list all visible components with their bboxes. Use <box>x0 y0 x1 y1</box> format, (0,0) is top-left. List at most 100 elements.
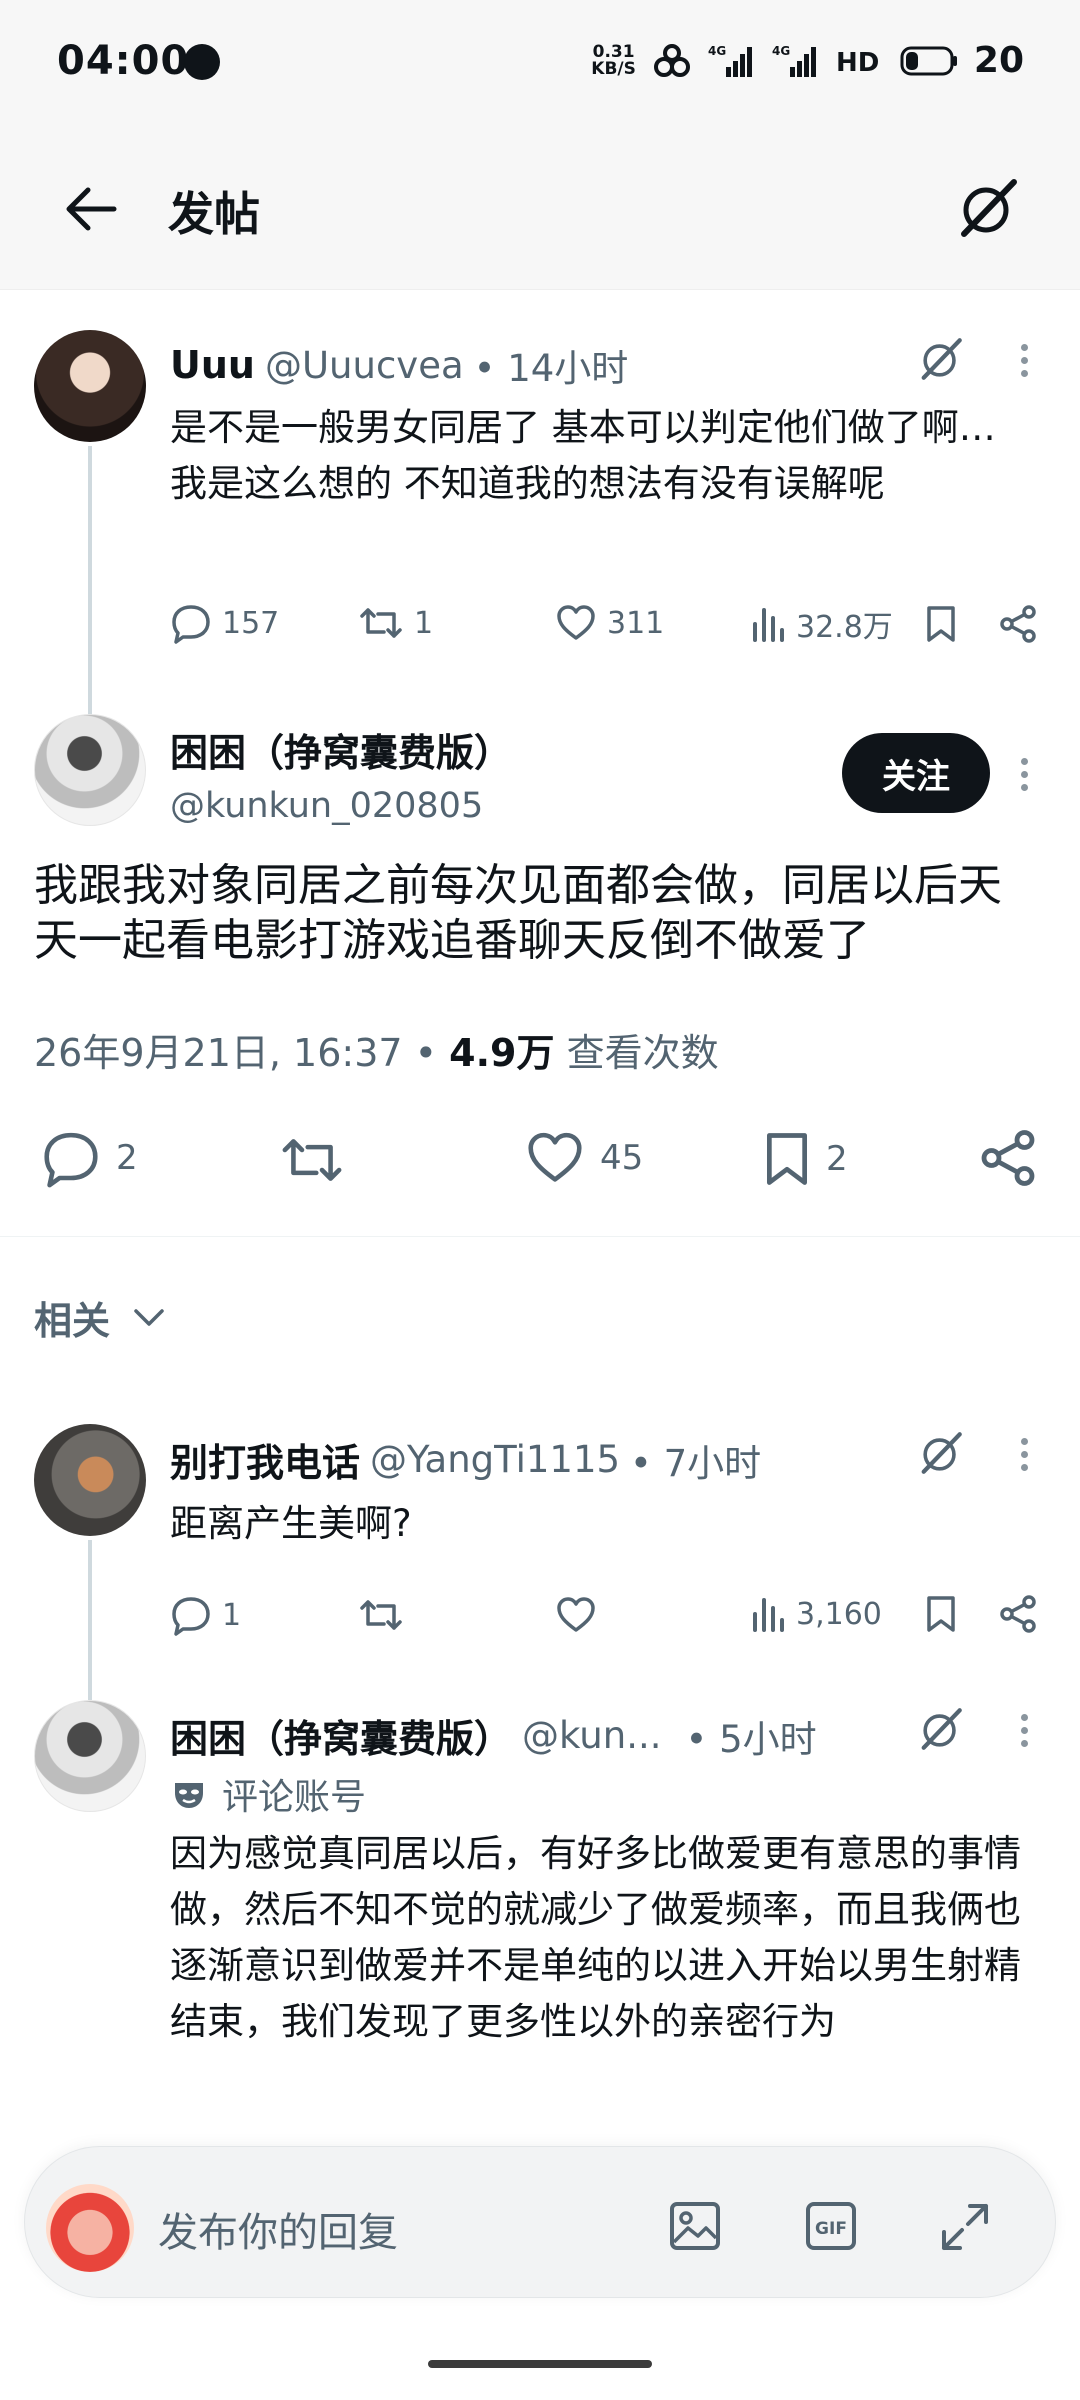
page-title: 发帖 <box>168 187 260 241</box>
avatar[interactable] <box>34 714 146 826</box>
svg-text:GIF: GIF <box>815 2219 847 2239</box>
heart-icon <box>528 1132 582 1182</box>
more-icon[interactable] <box>1019 1432 1029 1477</box>
tweet-text: 是不是一般男女同居了 基本可以判定他们做了啊… 我是这么想的 不知道我的想法有没… <box>170 406 996 505</box>
retweet-icon[interactable] <box>278 1130 346 1190</box>
bookmark-button[interactable]: 2 <box>762 1128 848 1190</box>
more-icon[interactable] <box>1019 752 1029 797</box>
gif-icon[interactable]: GIF <box>804 2200 858 2252</box>
svg-text:4G: 4G <box>772 44 790 58</box>
views-count: 3,160 <box>796 1596 882 1632</box>
grok-icon[interactable] <box>918 336 964 382</box>
tweet-text: 我跟我对象同居之前每次见面都会做，同居以后天天一起看电影打游戏追番聊天反倒不做爱… <box>34 860 1002 966</box>
reply-icon <box>172 605 210 644</box>
battery-level: 20 <box>973 40 1024 81</box>
signal-4g-icon-2: 4G <box>772 44 816 77</box>
like-button[interactable]: 311 <box>555 602 664 644</box>
like-button[interactable]: 45 <box>524 1128 643 1188</box>
bookmark-icon <box>767 1133 807 1185</box>
reply-button[interactable]: 2 <box>40 1128 138 1188</box>
retweet-button[interactable]: 1 <box>358 602 433 644</box>
avatar[interactable] <box>34 1424 146 1536</box>
thread-line <box>88 446 92 716</box>
reply-button[interactable]: 1 <box>170 1594 241 1636</box>
tweet-date: 26年9月21日, 16:37 <box>34 1031 403 1075</box>
view-count: 4.9万 <box>449 1031 555 1075</box>
share-icon[interactable] <box>978 1128 1038 1188</box>
divider <box>0 1236 1080 1237</box>
reply-icon <box>44 1132 98 1188</box>
like-count: 45 <box>600 1138 644 1178</box>
author-name[interactable]: 困困（挣窝囊费版） <box>170 722 512 777</box>
reply-count: 2 <box>116 1138 138 1178</box>
app-header <box>0 130 1080 290</box>
reply-button[interactable]: 157 <box>170 602 279 644</box>
home-indicator[interactable] <box>428 2360 652 2368</box>
bookmark-icon[interactable] <box>924 604 958 644</box>
grok-icon[interactable] <box>918 1706 964 1752</box>
author-name[interactable]: 困困（挣窝囊费版） <box>170 1708 512 1763</box>
hotspot-icon <box>653 43 690 77</box>
tweet-meta: 26年9月21日, 16:37 • 4.9万 查看次数 <box>34 1031 719 1075</box>
mask-icon <box>175 1783 203 1808</box>
status-time: 04:00 <box>57 38 190 84</box>
avatar[interactable] <box>34 1700 146 1812</box>
grok-icon[interactable] <box>956 176 1020 240</box>
bookmark-icon[interactable] <box>924 1594 958 1634</box>
retweet-icon[interactable] <box>358 1594 404 1636</box>
image-icon[interactable] <box>668 2200 722 2252</box>
tweet-header: Uuu @Uuucvea • 14小时 <box>170 338 628 392</box>
bookmark-count: 2 <box>826 1139 848 1179</box>
battery-icon <box>900 46 957 75</box>
views-button[interactable]: 32.8万 <box>750 602 893 646</box>
author-handle[interactable]: @kunkun_020805 <box>170 786 483 826</box>
badge-label: 评论账号 <box>222 1777 367 1818</box>
reply-input[interactable]: 发布你的回复 <box>158 2200 398 2258</box>
back-arrow-icon[interactable] <box>62 184 122 234</box>
thread-line <box>88 1540 92 1700</box>
share-icon[interactable] <box>998 604 1038 644</box>
share-icon[interactable] <box>998 1594 1038 1634</box>
view-count-label[interactable]: 查看次数 <box>567 1031 719 1075</box>
tweet-time: • 7小时 <box>630 1441 762 1485</box>
status-icons: 0.31 KB/S 4G 4G HD 20 <box>591 40 1024 81</box>
author-handle[interactable]: @YangTi1115 <box>370 1438 620 1481</box>
follow-button[interactable]: 关注 <box>842 733 990 813</box>
tweet-text: 距离产生美啊? <box>170 1502 412 1545</box>
related-toggle[interactable]: 相关 <box>34 1290 166 1345</box>
more-icon[interactable] <box>1019 338 1029 383</box>
grok-icon[interactable] <box>918 1430 964 1476</box>
related-label: 相关 <box>34 1299 111 1343</box>
avatar[interactable] <box>34 330 146 442</box>
chevron-down-icon <box>134 1308 164 1326</box>
heart-icon[interactable] <box>555 1594 597 1636</box>
views-count: 32.8万 <box>796 610 893 645</box>
retweet-icon <box>360 608 402 638</box>
svg-text:4G: 4G <box>708 44 726 58</box>
author-handle[interactable]: @kun... <box>522 1714 661 1757</box>
author-name[interactable]: Uuu <box>170 343 255 387</box>
tweet-header: 别打我电话 @YangTi1115 • 7小时 <box>170 1432 761 1487</box>
svg-text:HD: HD <box>836 48 879 78</box>
tweet-text: 因为感觉真同居以后，有好多比做爱更有意思的事情做，然后不知不觉的就减少了做爱频率… <box>170 1832 1021 2043</box>
reply-icon <box>172 1597 210 1636</box>
avatar[interactable] <box>46 2184 134 2272</box>
more-icon[interactable] <box>1019 1708 1029 1753</box>
comment-account-badge: 评论账号 <box>172 1768 366 1820</box>
views-button[interactable]: 3,160 <box>750 1594 882 1634</box>
retweet-count: 1 <box>414 605 434 641</box>
author-handle[interactable]: @Uuucvea <box>265 344 464 387</box>
notification-dot-icon <box>184 44 220 80</box>
tweet-time: • 5小时 <box>685 1717 817 1761</box>
expand-icon[interactable] <box>938 2200 992 2254</box>
hd-icon: HD <box>836 48 879 78</box>
tweet-time: • 14小时 <box>473 347 629 390</box>
views-icon <box>753 608 784 642</box>
net-speed: 0.31 KB/S <box>591 41 636 79</box>
tweet-header: 困困（挣窝囊费版） @kun... • 5小时 <box>170 1708 817 1763</box>
reply-count: 1 <box>222 1597 242 1633</box>
heart-icon <box>557 605 595 640</box>
author-name[interactable]: 别打我电话 <box>170 1432 360 1487</box>
like-count: 311 <box>607 605 665 641</box>
signal-4g-icon: 4G <box>708 44 752 77</box>
